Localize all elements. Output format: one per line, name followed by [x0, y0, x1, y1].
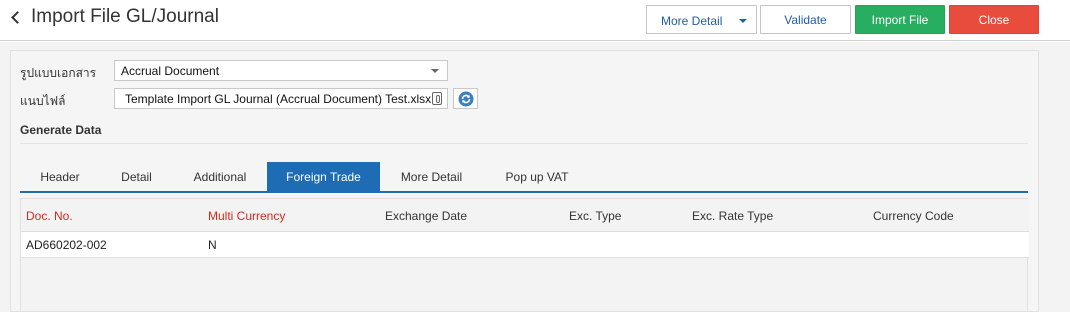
- section-divider: [20, 143, 1028, 144]
- more-detail-label: More Detail: [661, 14, 723, 28]
- document-type-value: Accrual Document: [121, 64, 220, 78]
- tab-additional[interactable]: Additional: [173, 162, 267, 192]
- grid-header-row: Doc. No. Multi Currency Exchange Date Ex…: [21, 199, 1029, 232]
- cell-doc-no: AD660202-002: [26, 238, 107, 252]
- column-header-currency-code[interactable]: Currency Code: [873, 209, 954, 223]
- attach-file-value: Template Import GL Journal (Accrual Docu…: [125, 92, 432, 106]
- import-file-button[interactable]: Import File: [855, 5, 945, 34]
- column-header-doc-no[interactable]: Doc. No.: [26, 209, 73, 223]
- validate-button[interactable]: Validate: [760, 5, 851, 34]
- chevron-down-icon[interactable]: [739, 19, 747, 23]
- tab-header[interactable]: Header: [20, 162, 100, 192]
- document-type-select[interactable]: Accrual Document: [114, 60, 448, 81]
- table-row[interactable]: AD660202-002 N: [21, 232, 1029, 258]
- page-title: Import File GL/Journal: [31, 6, 219, 27]
- back-chevron-icon[interactable]: [11, 11, 24, 24]
- attach-file-label: แนบไฟล์: [20, 94, 66, 108]
- tab-bar: Header Detail Additional Foreign Trade M…: [20, 162, 1028, 193]
- refresh-icon: [458, 91, 474, 107]
- generate-data-title: Generate Data: [20, 123, 102, 137]
- more-detail-dropdown-button[interactable]: More Detail: [646, 5, 757, 34]
- tab-more-detail[interactable]: More Detail: [380, 162, 483, 192]
- close-button[interactable]: Close: [949, 5, 1039, 34]
- column-header-exchange-date[interactable]: Exchange Date: [385, 209, 467, 223]
- column-header-exc-rate-type[interactable]: Exc. Rate Type: [692, 209, 773, 223]
- data-grid: Doc. No. Multi Currency Exchange Date Ex…: [20, 198, 1029, 312]
- refresh-button[interactable]: [453, 88, 478, 109]
- tab-pop-up-vat[interactable]: Pop up VAT: [483, 162, 591, 192]
- top-bar: Import File GL/Journal More Detail Valid…: [0, 0, 1070, 41]
- column-header-multi-currency[interactable]: Multi Currency: [208, 209, 285, 223]
- chevron-down-icon: [431, 69, 439, 73]
- document-type-label: รูปแบบเอกสาร: [20, 66, 97, 80]
- cell-multi-currency: N: [208, 238, 217, 252]
- column-header-exc-type[interactable]: Exc. Type: [569, 209, 621, 223]
- tab-foreign-trade[interactable]: Foreign Trade: [267, 162, 380, 192]
- paperclip-icon[interactable]: [432, 92, 442, 105]
- back-link[interactable]: Import File GL/Journal: [11, 6, 219, 28]
- tab-detail[interactable]: Detail: [100, 162, 173, 192]
- attach-file-field[interactable]: Template Import GL Journal (Accrual Docu…: [114, 88, 448, 109]
